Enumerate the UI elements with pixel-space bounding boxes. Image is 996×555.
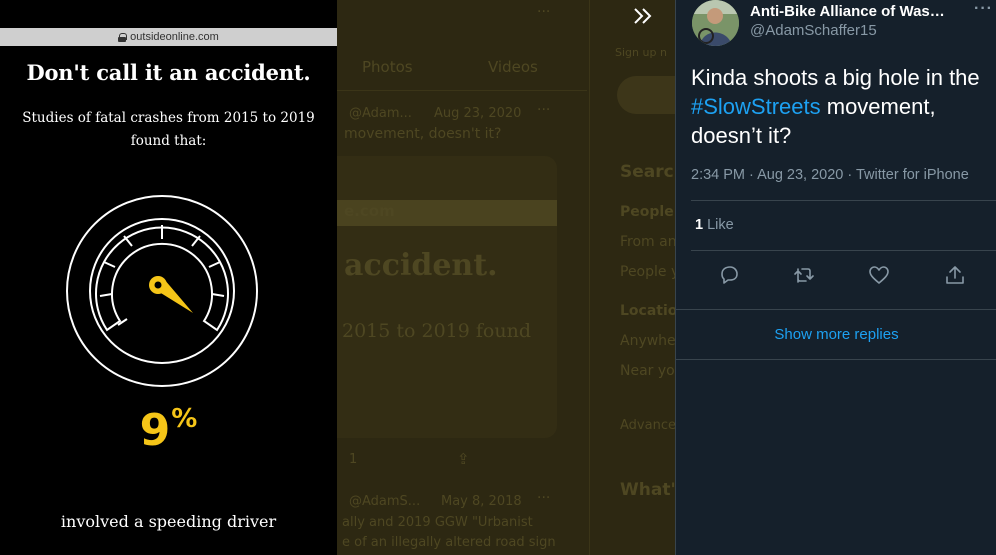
ghost-card-url: e.com xyxy=(344,202,395,220)
tweet-text-before: Kinda shoots a big hole in the xyxy=(691,65,980,90)
ghost-card xyxy=(337,156,557,438)
ghost-signup: Sign up n xyxy=(615,46,667,59)
avatar-photo-icon xyxy=(692,0,739,46)
ghost-from-anyone: From an xyxy=(620,234,675,250)
ghost-advanced: Advance xyxy=(620,418,675,433)
show-more-replies-link[interactable]: Show more replies xyxy=(676,310,996,360)
ghost-more-icon-2: ··· xyxy=(537,490,551,506)
media-image: outsideonline.com Don't call it an accid… xyxy=(0,0,337,555)
ghost-tweet-handle: @Adam... xyxy=(349,106,412,121)
stat-unit: % xyxy=(171,404,198,434)
like-icon[interactable] xyxy=(868,264,890,286)
ghost-more-icon: ··· xyxy=(537,102,551,118)
ghost-button xyxy=(617,76,675,114)
tweet-detail-pane: Anti-Bike Alliance of Wash... @AdamSchaf… xyxy=(675,0,996,555)
divider xyxy=(691,200,996,201)
ghost-tab-photos: Photos xyxy=(362,58,413,76)
share-icon[interactable] xyxy=(944,264,966,286)
ghost-tweet2-line1: ally and 2019 GGW "Urbanist xyxy=(342,515,533,530)
ghost-anywhere: Anywhe xyxy=(620,333,675,349)
likes-summary[interactable]: 1 Like xyxy=(695,217,734,233)
expand-panel-icon[interactable] xyxy=(632,6,654,26)
divider xyxy=(691,250,996,251)
stat-percent: 9% xyxy=(0,404,337,456)
ghost-search-heading: Search xyxy=(620,162,675,182)
url-text: outsideonline.com xyxy=(130,31,219,43)
like-count: 1 xyxy=(695,217,704,233)
ghost-card-subtext: 2015 to 2019 found xyxy=(342,320,532,342)
ghost-near-you: Near yo xyxy=(620,363,675,379)
ghost-more-icon-top: ··· xyxy=(537,4,551,20)
tweet-timestamp[interactable]: 2:34 PM · Aug 23, 2020 · Twitter for iPh… xyxy=(691,167,969,183)
ghost-tweet2-handle: @AdamS... xyxy=(349,494,421,509)
ghost-people-you: People y xyxy=(620,264,675,280)
retweet-icon[interactable] xyxy=(793,264,815,286)
author-handle[interactable]: @AdamSchaffer15 xyxy=(750,22,877,39)
author-display-name[interactable]: Anti-Bike Alliance of Wash... xyxy=(750,3,950,20)
ghost-tweet2-date: May 8, 2018 xyxy=(441,494,522,509)
ghost-tweet-date: Aug 23, 2020 xyxy=(434,106,522,121)
image-caption: involved a speeding driver xyxy=(60,512,277,531)
show-more-replies-row: Show more replies xyxy=(676,309,996,360)
ghost-whats-happening: What' xyxy=(620,480,675,500)
ghost-tab-videos: Videos xyxy=(488,58,538,76)
speedometer-icon xyxy=(66,195,258,387)
url-bar: outsideonline.com xyxy=(0,28,337,46)
hashtag-link[interactable]: #SlowStreets xyxy=(691,94,821,119)
image-subtext: Studies of fatal crashes from 2015 to 20… xyxy=(22,110,315,149)
lock-icon xyxy=(118,32,128,42)
ghost-tweet-text: movement, doesn't it? xyxy=(344,126,502,142)
ghost-divider xyxy=(337,90,587,91)
image-headline: Don't call it an accident. xyxy=(26,60,311,85)
avatar[interactable] xyxy=(692,0,739,46)
ghost-card-headline: accident. xyxy=(344,248,498,283)
ghost-share-icon: ⇪ xyxy=(457,450,470,468)
stat-value: 9 xyxy=(139,405,171,456)
ghost-tweet2-line2: e of an illegally altered road sign xyxy=(342,535,556,550)
ghost-location-heading: Location xyxy=(620,303,675,319)
dimmed-background[interactable]: Photos Videos @Adam... Aug 23, 2020 ··· … xyxy=(337,0,675,555)
ghost-column-divider xyxy=(589,0,590,555)
ghost-reply-count: 1 xyxy=(349,452,358,467)
reply-icon[interactable] xyxy=(718,264,740,286)
like-label: Like xyxy=(707,217,734,233)
ghost-people-heading: People xyxy=(620,204,674,220)
more-options-button[interactable]: ··· xyxy=(974,0,993,18)
tweet-text: Kinda shoots a big hole in the #SlowStre… xyxy=(691,63,991,150)
